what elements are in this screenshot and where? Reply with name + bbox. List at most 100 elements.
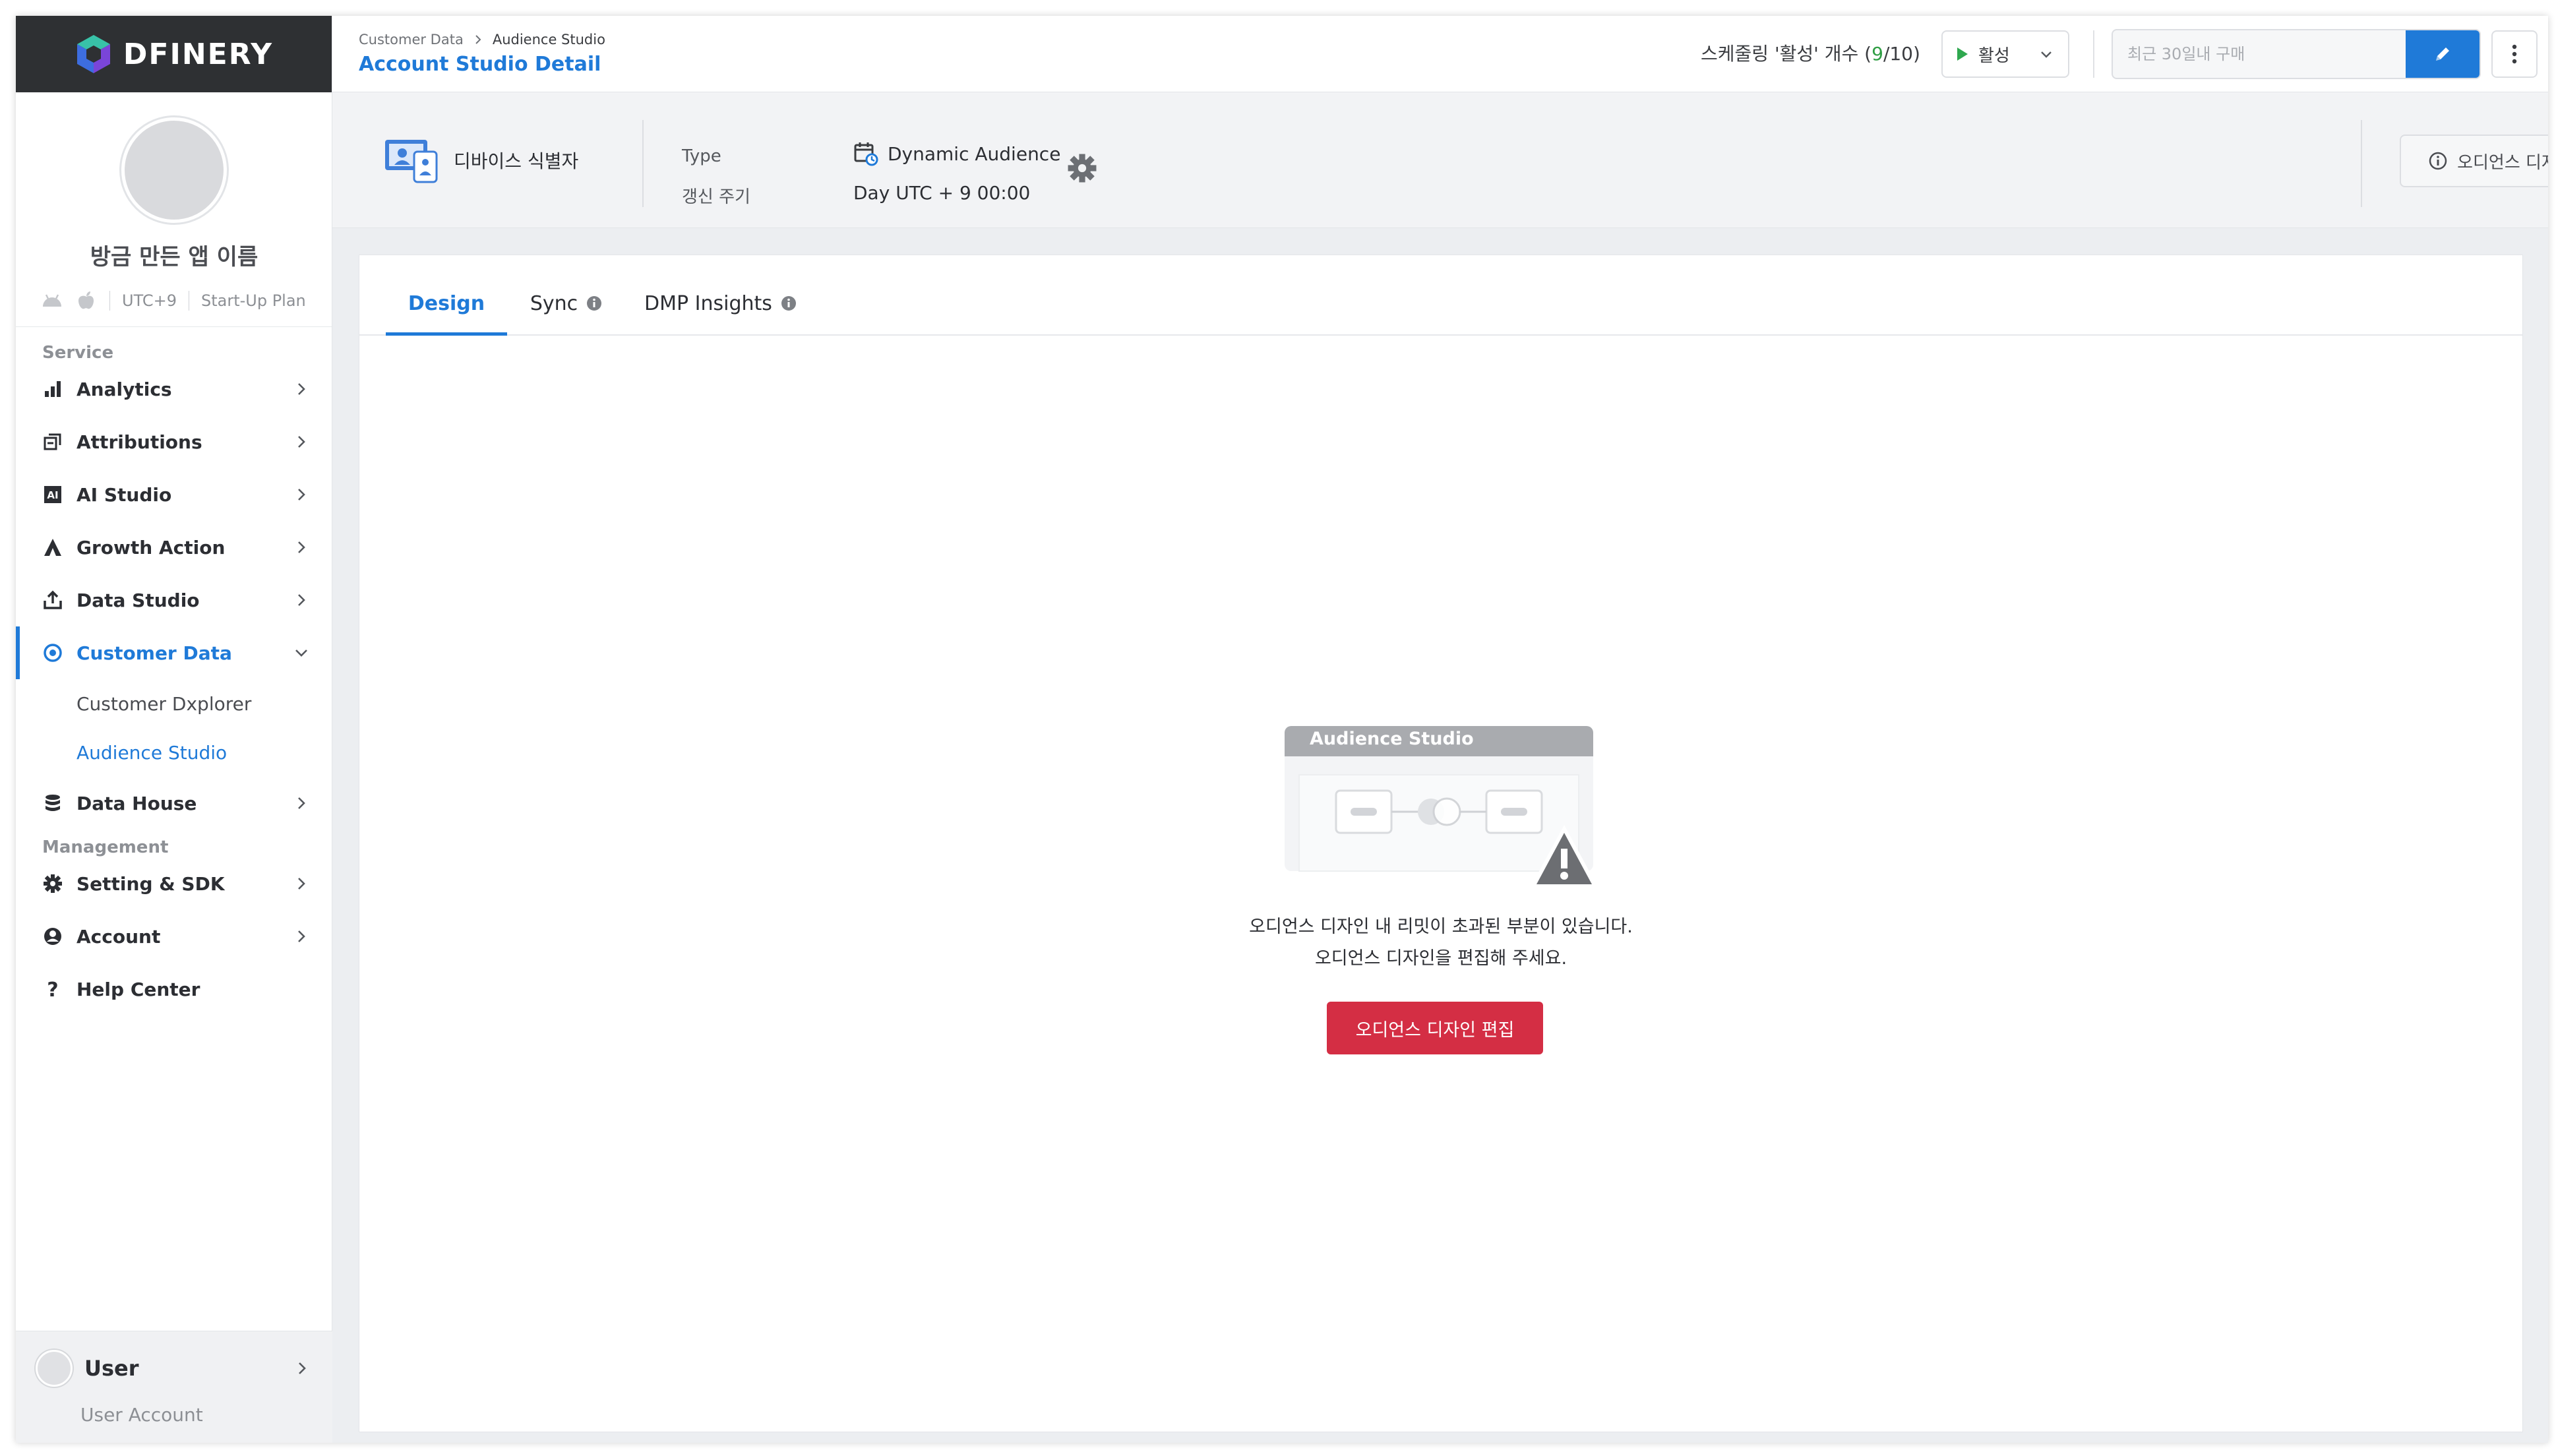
sidebar-item-ai-studio[interactable]: AI AI Studio [16, 468, 332, 521]
section-service: Service [42, 343, 114, 363]
page-title: Account Studio Detail [359, 53, 601, 76]
design-incomplete-notice: 오디언스 디자인이 완료되지 않은 상태입니다. [2400, 135, 2548, 187]
chevron-right-icon [298, 878, 305, 890]
schedule-active-count: 9 [1871, 43, 1883, 65]
sidebar-subitem-customer-dxplorer[interactable]: Customer Dxplorer [16, 679, 332, 728]
schedule-suffix: /10) [1883, 43, 1920, 65]
growth-icon [44, 539, 61, 556]
logo-bar[interactable]: DFINERY [16, 16, 332, 92]
tab-sync[interactable]: Sync [507, 292, 626, 336]
app-avatar[interactable] [121, 117, 227, 223]
apple-icon [78, 291, 94, 309]
identifier-block: 디바이스 식별자 [384, 137, 578, 183]
app-profile: 방금 만든 앱 이름 UTC+9 Start-Up Plan [16, 92, 332, 327]
gear-icon [44, 874, 62, 893]
sidebar-item-label: Help Center [76, 978, 200, 1000]
customer-data-icon [44, 644, 62, 662]
tab-label: DMP Insights [644, 292, 772, 315]
content-card: Design Sync DMP Insights Audience Studio… [359, 255, 2523, 1432]
sidebar-item-data-studio[interactable]: Data Studio [16, 574, 332, 626]
sidebar-item-help-center[interactable]: ? Help Center [16, 963, 332, 1016]
section-management: Management [42, 837, 169, 857]
tab-bar: Design Sync DMP Insights [359, 255, 2522, 336]
chevron-right-icon [475, 35, 481, 44]
pencil-icon [2436, 47, 2449, 61]
sidebar-item-account[interactable]: Account [16, 910, 332, 963]
tab-dmp-insights[interactable]: DMP Insights [642, 292, 800, 336]
sidebar-item-data-house[interactable]: Data House [16, 777, 332, 830]
ai-icon: AI [44, 486, 61, 503]
app-meta: UTC+9 Start-Up Plan [41, 288, 312, 314]
top-header: Customer Data Audience Studio Account St… [332, 16, 2548, 92]
empty-message-line2: 오디언스 디자인을 편집해 주세요. [1314, 948, 1567, 969]
chevron-right-icon [298, 383, 305, 395]
android-icon [43, 294, 61, 307]
info-divider [642, 120, 644, 207]
attribution-icon [44, 433, 61, 450]
cycle-label: 갱신 주기 [682, 187, 750, 207]
breadcrumb: Customer Data Audience Studio [359, 32, 605, 47]
audience-name-field [2112, 29, 2481, 79]
sidebar-item-label: Analytics [76, 378, 172, 400]
audience-name-input[interactable] [2113, 30, 2403, 78]
app-timezone: UTC+9 [122, 291, 177, 310]
upload-icon [44, 590, 62, 609]
sidebar-item-analytics[interactable]: Analytics [16, 363, 332, 415]
chevron-down-icon [295, 650, 307, 657]
status-value: 활성 [1978, 46, 2010, 66]
sidebar-item-growth-action[interactable]: Growth Action [16, 521, 332, 574]
edit-audience-design-button[interactable]: 오디언스 디자인 편집 [1327, 1002, 1543, 1054]
sidebar-item-setting-sdk[interactable]: Setting & SDK [16, 857, 332, 910]
audience-info-bar: 디바이스 식별자 Type 갱신 주기 Dynamic Audience Day… [332, 92, 2548, 228]
audience-studio-illustration [1285, 726, 1598, 888]
meta-separator [109, 291, 110, 311]
bar-chart-icon [45, 381, 61, 397]
breadcrumb-audience-studio[interactable]: Audience Studio [493, 32, 605, 47]
device-id-icon [385, 140, 438, 183]
chevron-right-icon [298, 797, 305, 809]
schedule-prefix: 스케줄링 '활성' 개수 ( [1701, 43, 1872, 65]
tab-design[interactable]: Design [386, 292, 507, 336]
sidebar-item-label: Data Studio [76, 589, 200, 611]
question-icon: ? [47, 979, 58, 999]
notice-text: 오디언스 디자인이 완료되지 않은 상태입니다. [2457, 152, 2548, 173]
sidebar-item-attributions[interactable]: Attributions [16, 415, 332, 468]
user-menu[interactable]: User [36, 1349, 310, 1388]
sidebar-item-label: Attributions [76, 431, 202, 453]
sidebar-item-customer-data[interactable]: Customer Data [16, 626, 332, 679]
edit-name-button[interactable] [2406, 30, 2480, 78]
status-dropdown[interactable]: 활성 [1941, 30, 2069, 78]
app-name: 방금 만든 앱 이름 [90, 244, 259, 270]
info-filled-icon [587, 296, 602, 311]
sidebar-subitem-audience-studio[interactable]: Audience Studio [16, 728, 332, 777]
illustration-title: Audience Studio [1310, 729, 1474, 749]
settings-gear-icon[interactable] [1067, 153, 1097, 183]
chevron-right-icon [298, 489, 305, 501]
type-value: Dynamic Audience [853, 141, 1060, 166]
user-name: User [84, 1356, 139, 1381]
kebab-menu-icon [2512, 44, 2517, 64]
sidebar-item-label: AI Studio [76, 483, 172, 506]
tab-label: Sync [530, 292, 578, 315]
cycle-value: Day UTC + 9 00:00 [853, 182, 1031, 204]
svg-text:AI: AI [47, 489, 58, 501]
type-label: Type [682, 146, 721, 166]
user-account-label: User Account [80, 1404, 203, 1426]
header-divider [2093, 30, 2094, 78]
more-options-button[interactable] [2491, 30, 2538, 78]
user-panel: User User Account [16, 1331, 332, 1443]
play-icon [1957, 47, 1968, 61]
logo-text: DFINERY [123, 37, 274, 71]
sidebar-item-label: Growth Action [76, 536, 226, 559]
empty-message-line1: 오디언스 디자인 내 리밋이 초과된 부분이 있습니다. [1249, 917, 1633, 937]
chevron-right-icon [298, 594, 305, 606]
svg-text:?: ? [47, 979, 58, 999]
identifier-label: 디바이스 식별자 [454, 150, 579, 172]
sidebar: DFINERY 방금 만든 앱 이름 UTC+9 Start-Up Plan S… [16, 16, 332, 1443]
breadcrumb-customer-data[interactable]: Customer Data [359, 32, 464, 47]
info-circle-icon [2429, 152, 2447, 170]
chevron-right-icon [299, 1362, 306, 1374]
database-icon [46, 795, 60, 811]
account-icon [44, 928, 61, 945]
chevron-right-icon [298, 930, 305, 942]
